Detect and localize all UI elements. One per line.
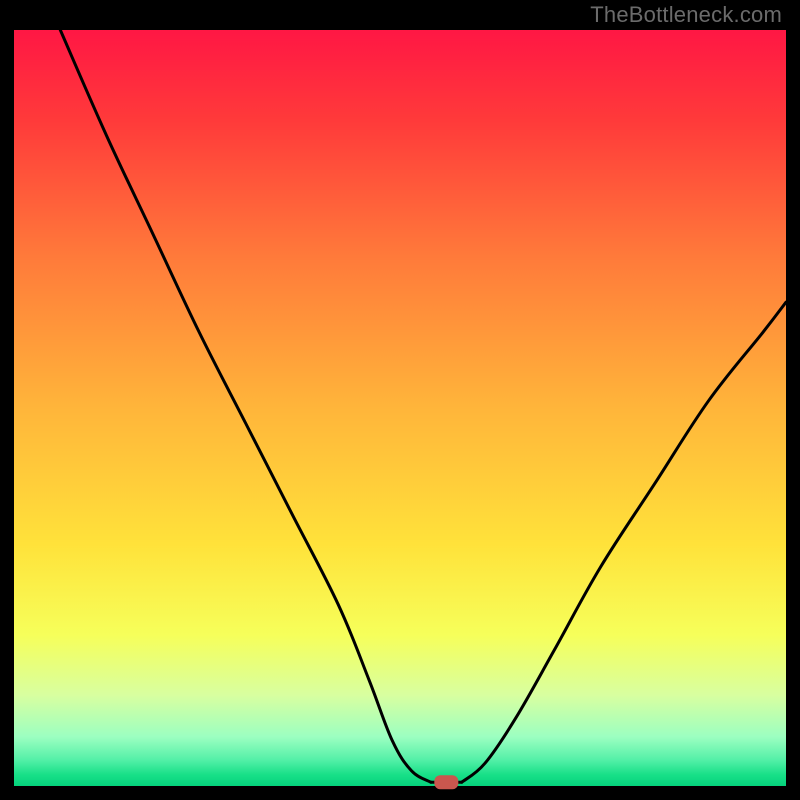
watermark-text: TheBottleneck.com	[590, 2, 782, 28]
bottleneck-chart	[0, 0, 800, 800]
minimum-marker	[434, 775, 458, 789]
chart-frame: TheBottleneck.com	[0, 0, 800, 800]
plot-background	[14, 30, 786, 786]
